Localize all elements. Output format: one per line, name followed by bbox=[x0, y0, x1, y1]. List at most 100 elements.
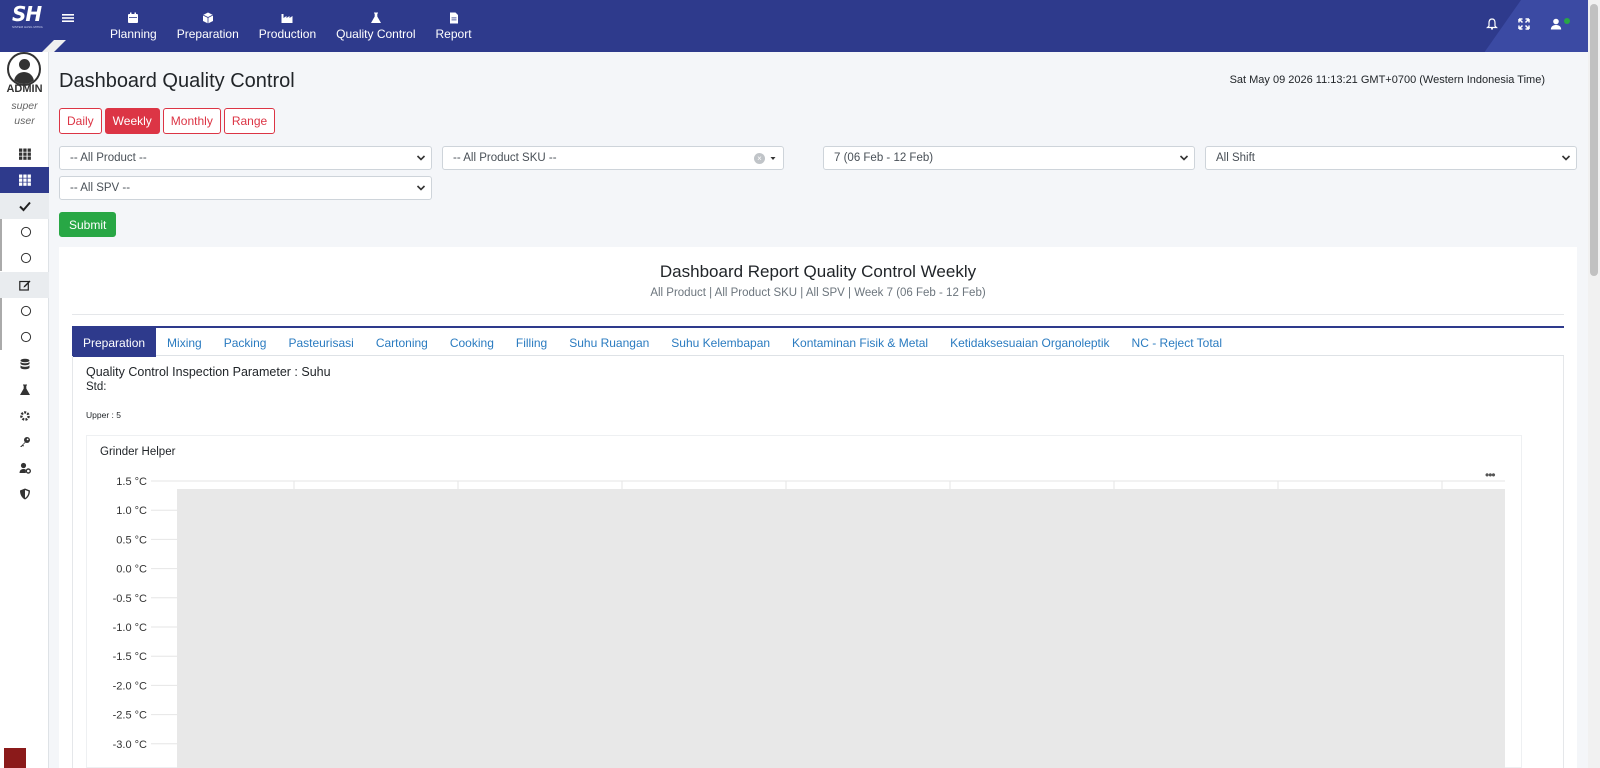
parameter-upper: Upper : 5 bbox=[86, 410, 121, 420]
nav-report[interactable]: Report bbox=[426, 0, 482, 52]
nav-quality-control[interactable]: Quality Control bbox=[326, 0, 425, 52]
check-icon bbox=[18, 201, 31, 212]
nav-production[interactable]: Production bbox=[249, 0, 326, 52]
fullscreen-icon[interactable] bbox=[1518, 18, 1532, 32]
tab-filling[interactable]: Filling bbox=[505, 328, 558, 357]
sidebar-item-settings[interactable] bbox=[0, 403, 49, 429]
spv-select[interactable]: -- All SPV -- bbox=[59, 176, 432, 200]
period-daily-button[interactable]: Daily bbox=[59, 108, 102, 134]
gear-icon bbox=[19, 411, 30, 421]
sidebar-item-dashboard-qc[interactable] bbox=[0, 167, 49, 193]
circle-icon bbox=[20, 226, 31, 238]
tab-panel-preparation: Quality Control Inspection Parameter : S… bbox=[72, 356, 1564, 768]
tab-pasteurisasi[interactable]: Pasteurisasi bbox=[277, 328, 364, 357]
chart-shaded-band bbox=[177, 489, 1505, 768]
tab-packing[interactable]: Packing bbox=[213, 328, 278, 357]
user-name: ADMIN bbox=[6, 83, 43, 95]
y-tick-label: -3.0 °C bbox=[113, 739, 147, 751]
tab-preparation[interactable]: Preparation bbox=[72, 328, 157, 357]
sidebar-item-user-settings[interactable] bbox=[0, 455, 49, 481]
product-select[interactable]: -- All Product -- bbox=[59, 146, 432, 170]
y-tick-label: -1.0 °C bbox=[113, 622, 147, 634]
sidebar-subitem-1[interactable] bbox=[0, 219, 49, 245]
clear-selection-icon[interactable]: × bbox=[754, 153, 765, 164]
top-navbar: SH SISTEM HASIL MITRA Planning Preparati… bbox=[0, 0, 1600, 52]
tab-kontaminan-fisik-metal[interactable]: Kontaminan Fisik & Metal bbox=[781, 328, 939, 357]
nav-quality-control-label: Quality Control bbox=[336, 27, 416, 41]
nav-preparation[interactable]: Preparation bbox=[167, 0, 249, 52]
sidebar-item-edit[interactable] bbox=[0, 272, 49, 298]
user-cog-icon bbox=[19, 462, 31, 474]
grid-icon bbox=[18, 148, 31, 160]
tab-ketidaksesuaian-organoleptik[interactable]: Ketidaksesuaian Organoleptik bbox=[939, 328, 1120, 357]
period-toggle-group: Daily Weekly Monthly Range bbox=[59, 108, 276, 134]
flask-icon bbox=[19, 384, 30, 395]
key-icon bbox=[19, 437, 30, 447]
main-nav: Planning Preparation Production Quality … bbox=[100, 0, 482, 52]
user-icon[interactable] bbox=[1550, 18, 1564, 32]
caret-down-icon bbox=[770, 157, 776, 160]
page-title: Dashboard Quality Control bbox=[59, 70, 295, 92]
logo[interactable]: SH SISTEM HASIL MITRA bbox=[0, 0, 50, 52]
hamburger-menu-icon[interactable] bbox=[62, 12, 76, 26]
y-tick-label: 0.5 °C bbox=[116, 534, 147, 546]
nav-preparation-label: Preparation bbox=[176, 27, 239, 41]
user-role: super user bbox=[0, 99, 49, 129]
y-tick-label: 1.5 °C bbox=[116, 476, 147, 488]
current-datetime: Sat May 09 2026 11:13:21 GMT+0700 (Weste… bbox=[1229, 74, 1545, 86]
tab-nc-reject-total[interactable]: NC - Reject Total bbox=[1121, 328, 1233, 357]
sidebar-item-security[interactable] bbox=[0, 481, 49, 507]
line-chart: 1.5 °C 1.0 °C 0.5 °C 0.0 °C -0.5 °C -1.0 °C -1… bbox=[113, 476, 1505, 768]
calendar-icon bbox=[128, 12, 139, 23]
period-range-button[interactable]: Range bbox=[223, 108, 276, 134]
database-icon bbox=[20, 358, 29, 370]
tab-cooking[interactable]: Cooking bbox=[439, 328, 505, 357]
tab-cartoning[interactable]: Cartoning bbox=[365, 328, 439, 357]
sidebar-item-keys[interactable] bbox=[0, 429, 49, 455]
shift-select-value: All Shift bbox=[1216, 152, 1255, 164]
tab-mixing[interactable]: Mixing bbox=[156, 328, 213, 357]
edit-icon bbox=[18, 280, 30, 291]
y-tick-label: 0.0 °C bbox=[116, 564, 147, 576]
product-select-value: -- All Product -- bbox=[70, 152, 147, 164]
logo-subtext: SISTEM HASIL MITRA bbox=[12, 25, 43, 29]
page-scrollbar[interactable] bbox=[1588, 0, 1600, 768]
sidebar-item-dashboard[interactable] bbox=[0, 141, 49, 167]
shift-select[interactable]: All Shift bbox=[1205, 146, 1577, 170]
section-tabs: Preparation Mixing Packing Pasteurisasi … bbox=[72, 326, 1564, 357]
bell-icon[interactable] bbox=[1486, 18, 1500, 32]
user-role-line2: user bbox=[14, 115, 35, 127]
sidebar-subitem-2[interactable] bbox=[0, 245, 49, 271]
submit-button[interactable]: Submit bbox=[59, 212, 117, 237]
product-sku-select[interactable]: -- All Product SKU -- × bbox=[442, 146, 784, 170]
nav-planning[interactable]: Planning bbox=[100, 0, 167, 52]
shield-icon bbox=[19, 488, 30, 500]
scrollbar-thumb[interactable] bbox=[1590, 4, 1598, 276]
y-tick-label: -1.5 °C bbox=[113, 651, 147, 663]
chevron-down-icon bbox=[416, 185, 426, 191]
sidebar-item-database[interactable] bbox=[0, 351, 49, 377]
tab-suhu-kelembapan[interactable]: Suhu Kelembapan bbox=[660, 328, 781, 357]
cube-icon bbox=[202, 12, 213, 24]
sidebar-subitem-4[interactable] bbox=[0, 324, 49, 350]
spv-select-value: -- All SPV -- bbox=[70, 182, 131, 194]
sidebar-item-lab[interactable] bbox=[0, 377, 49, 403]
nav-planning-label: Planning bbox=[110, 27, 157, 41]
user-avatar-icon[interactable] bbox=[7, 52, 41, 86]
chart-menu-icon[interactable]: ••• bbox=[1485, 469, 1501, 481]
file-icon bbox=[449, 12, 458, 24]
sidebar-item-approval[interactable] bbox=[0, 193, 49, 219]
grid-icon bbox=[18, 174, 31, 186]
y-tick-label: 1.0 °C bbox=[116, 505, 147, 517]
product-sku-select-value: -- All Product SKU -- bbox=[453, 152, 557, 164]
flask-icon bbox=[370, 12, 381, 23]
sidebar-subitem-3[interactable] bbox=[0, 298, 49, 324]
chevron-down-icon bbox=[1561, 155, 1571, 161]
week-select[interactable]: 7 (06 Feb - 12 Feb) bbox=[823, 146, 1195, 170]
tab-suhu-ruangan[interactable]: Suhu Ruangan bbox=[558, 328, 660, 357]
chevron-down-icon bbox=[416, 155, 426, 161]
online-status-indicator bbox=[1564, 18, 1570, 24]
period-monthly-button[interactable]: Monthly bbox=[162, 108, 221, 134]
factory-icon bbox=[281, 14, 293, 23]
period-weekly-button[interactable]: Weekly bbox=[104, 108, 160, 134]
